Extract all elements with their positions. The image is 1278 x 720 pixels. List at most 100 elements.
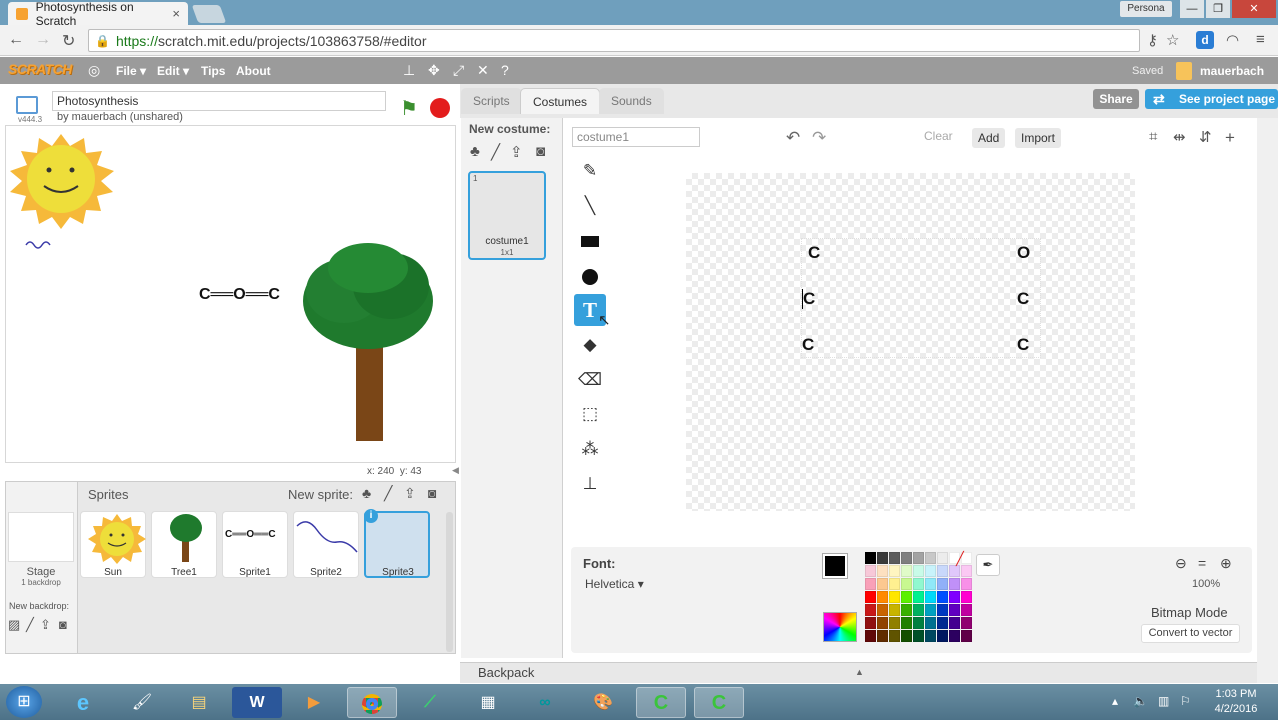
color-swatch[interactable] — [913, 552, 924, 564]
canvas-letter-c[interactable]: C — [1017, 335, 1029, 355]
upload-sprite-icon[interactable]: ⇪ — [404, 485, 416, 502]
key-icon[interactable]: ⚷ — [1147, 31, 1158, 49]
internet-explorer-icon[interactable]: e — [58, 687, 108, 718]
calculator-icon[interactable]: ▦ — [463, 687, 513, 718]
color-swatch[interactable] — [961, 617, 972, 629]
zoom-out-icon[interactable]: ⊖ — [1175, 555, 1187, 572]
color-swatch[interactable] — [961, 591, 972, 603]
color-swatch[interactable] — [865, 565, 876, 577]
backdrop-library-icon[interactable]: ▨ — [8, 617, 20, 633]
color-swatch[interactable] — [901, 591, 912, 603]
sun-sprite[interactable] — [10, 134, 114, 229]
camtasia-recorder-icon[interactable]: C — [694, 687, 744, 718]
color-swatch[interactable] — [901, 604, 912, 616]
canvas-letter-c[interactable]: C — [802, 335, 814, 355]
canvas-letter-o[interactable]: O — [1017, 243, 1030, 263]
color-swatch[interactable] — [877, 565, 888, 577]
zoom-reset-icon[interactable]: = — [1198, 555, 1206, 571]
stop-sign-icon[interactable] — [430, 98, 450, 118]
color-swatch[interactable] — [901, 617, 912, 629]
costume-library-icon[interactable]: ♣ — [470, 143, 480, 160]
color-swatch[interactable] — [877, 604, 888, 616]
color-swatch[interactable] — [925, 591, 936, 603]
paint-costume-icon[interactable]: ╱ — [491, 143, 500, 161]
paint-app-icon[interactable]: 🖌 — [117, 687, 167, 718]
page-scrollbar[interactable] — [1257, 118, 1278, 683]
color-swatch[interactable] — [889, 591, 900, 603]
color-swatch[interactable] — [889, 565, 900, 577]
color-swatch[interactable] — [913, 578, 924, 590]
convert-to-vector-button[interactable]: Convert to vector — [1141, 624, 1240, 643]
color-swatch[interactable] — [877, 578, 888, 590]
color-swatch[interactable] — [889, 604, 900, 616]
color-swatch[interactable] — [877, 591, 888, 603]
profile-button[interactable]: Persona — [1120, 1, 1172, 17]
font-select[interactable]: Helvetica ▾ — [585, 577, 644, 591]
select-remove-bg-tool-icon[interactable]: ⁂ — [574, 433, 606, 465]
cut-move-icon[interactable]: ✥ — [428, 62, 440, 79]
camera-backdrop-icon[interactable]: ◙ — [59, 617, 67, 632]
color-swatch[interactable] — [913, 591, 924, 603]
share-button[interactable]: Share — [1093, 89, 1139, 109]
file-explorer-icon[interactable]: ▤ — [174, 687, 224, 718]
color-swatch[interactable] — [877, 552, 888, 564]
menu-file[interactable]: File ▾ — [116, 64, 146, 78]
import-button[interactable]: Import — [1015, 128, 1062, 148]
green-flag-icon[interactable]: ⚑ — [400, 96, 418, 121]
stage-molecule-text[interactable]: C══O══C — [199, 286, 280, 303]
color-swatch[interactable] — [865, 630, 876, 642]
add-button[interactable]: Add — [972, 128, 1006, 148]
color-swatch[interactable] — [949, 591, 960, 603]
url-input[interactable]: 🔒 https:// scratch.mit.edu/projects/1038… — [88, 29, 1140, 52]
headphones-icon[interactable]: ◠ — [1226, 31, 1239, 49]
help-icon[interactable]: ? — [501, 62, 509, 78]
tree-sprite[interactable] — [303, 243, 433, 441]
color-swatch[interactable] — [901, 578, 912, 590]
fill-bucket-tool-icon[interactable]: ◆ — [574, 329, 606, 361]
collapse-stage-icon[interactable]: ◀ — [452, 465, 459, 476]
tray-expand-icon[interactable]: ▴ — [1112, 694, 1118, 708]
camera-sprite-icon[interactable]: ◙ — [428, 485, 436, 501]
transparent-color-icon[interactable]: ╱ — [956, 551, 964, 567]
redo-icon[interactable]: ↷ — [812, 128, 826, 148]
flag-tray-icon[interactable]: ⚐ — [1180, 694, 1191, 708]
color-swatch[interactable] — [865, 591, 876, 603]
minimize-icon[interactable]: — — [1180, 0, 1204, 18]
extension-d-icon[interactable]: d — [1196, 31, 1214, 49]
see-project-page-button[interactable]: ⇄ See project page — [1145, 89, 1278, 109]
word-icon[interactable]: W — [232, 687, 282, 718]
maximize-icon[interactable]: ❐ — [1206, 0, 1230, 18]
bookmark-star-icon[interactable]: ☆ — [1166, 31, 1179, 49]
stage-thumbnail[interactable] — [8, 512, 74, 562]
windows-start-icon[interactable]: ⊞ — [6, 686, 42, 718]
color-swatch[interactable] — [961, 578, 972, 590]
set-center-icon[interactable]: + — [1225, 128, 1235, 148]
color-swatch[interactable] — [889, 552, 900, 564]
stamp-tool-icon[interactable]: ⊥ — [574, 468, 606, 500]
ellipse-tool-icon[interactable] — [574, 260, 606, 292]
language-globe-icon[interactable]: ◎ — [88, 62, 100, 79]
color-swatch[interactable] — [937, 552, 948, 564]
color-swatch[interactable] — [949, 617, 960, 629]
shrink-icon[interactable]: ✕ — [477, 62, 489, 79]
reload-icon[interactable]: ↻ — [62, 31, 75, 51]
stage-canvas[interactable]: C══O══C — [5, 125, 456, 463]
color-swatch[interactable] — [925, 552, 936, 564]
paintbrush-tool-icon[interactable]: ✎ — [574, 155, 606, 187]
color-swatch[interactable] — [925, 604, 936, 616]
clear-button[interactable]: Clear — [924, 129, 953, 143]
camtasia-icon[interactable]: C — [636, 687, 686, 718]
taskbar-clock[interactable]: 1:03 PM 4/2/2016 — [1206, 687, 1266, 717]
sprite-pane-scrollbar[interactable] — [446, 512, 453, 652]
camera-costume-icon[interactable]: ◙ — [536, 143, 545, 160]
current-color-swatch[interactable] — [823, 554, 847, 578]
tab-costumes[interactable]: Costumes — [520, 88, 601, 114]
color-swatch[interactable] — [901, 565, 912, 577]
color-swatch[interactable] — [925, 578, 936, 590]
color-swatch[interactable] — [937, 591, 948, 603]
my-stuff-folder-icon[interactable] — [1176, 62, 1192, 80]
color-swatch[interactable] — [937, 630, 948, 642]
color-swatch[interactable] — [925, 630, 936, 642]
sprite2-wave[interactable] — [25, 241, 51, 249]
color-swatch[interactable] — [901, 552, 912, 564]
